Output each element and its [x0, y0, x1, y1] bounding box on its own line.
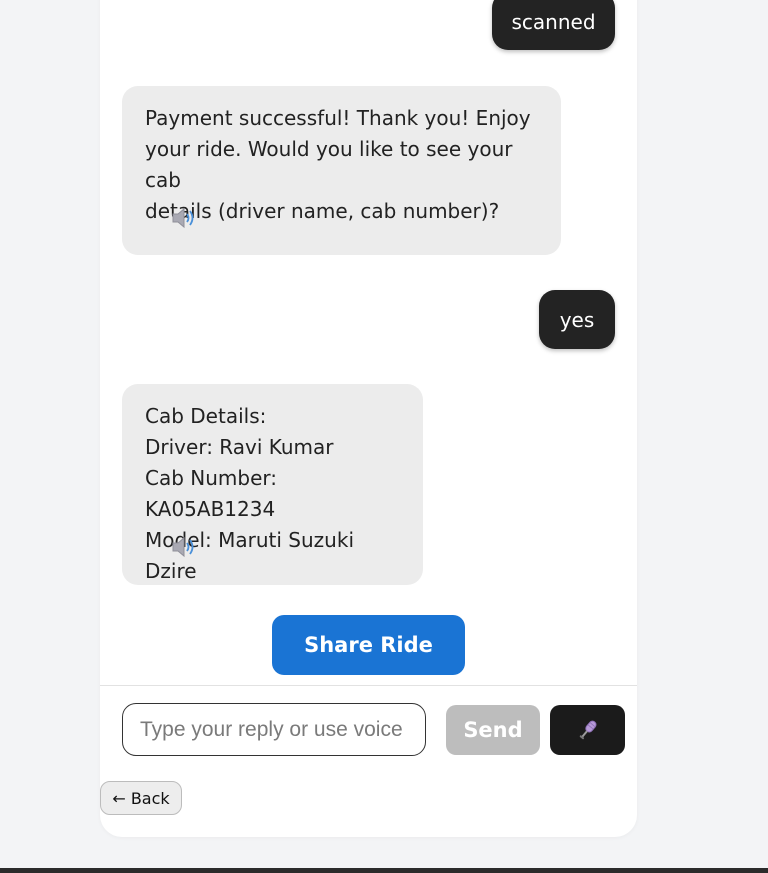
- bot-message-line: Cab Number: KA05AB1234: [145, 466, 278, 521]
- bot-message-line: your ride. Would you like to see your ca…: [145, 137, 513, 192]
- reply-input[interactable]: [122, 703, 426, 756]
- user-message: yes: [539, 290, 615, 349]
- bottom-edge-bar: [0, 868, 768, 873]
- user-message-text: scanned: [511, 10, 596, 34]
- speaker-icon[interactable]: [171, 207, 197, 229]
- bot-message: Cab Details: Driver: Ravi Kumar Cab Numb…: [122, 384, 423, 585]
- back-button[interactable]: ← Back: [100, 781, 182, 815]
- bot-message-line: Payment successful! Thank you! Enjoy: [145, 106, 531, 130]
- bot-message-line: details (driver name, cab number)?: [145, 199, 500, 223]
- page: scanned Payment successful! Thank you! E…: [0, 0, 768, 873]
- microphone-button[interactable]: [550, 705, 625, 755]
- bot-message-line: Driver: Ravi Kumar: [145, 435, 334, 459]
- composer-divider: [100, 685, 637, 686]
- user-message: scanned: [492, 0, 615, 50]
- share-ride-button[interactable]: Share Ride: [272, 615, 465, 675]
- bot-message-line: Cab Details:: [145, 404, 267, 428]
- microphone-icon: [579, 720, 596, 740]
- send-button[interactable]: Send: [446, 705, 540, 755]
- bot-message: Payment successful! Thank you! Enjoy you…: [122, 86, 561, 255]
- speaker-icon[interactable]: [171, 536, 197, 558]
- user-message-text: yes: [559, 308, 595, 332]
